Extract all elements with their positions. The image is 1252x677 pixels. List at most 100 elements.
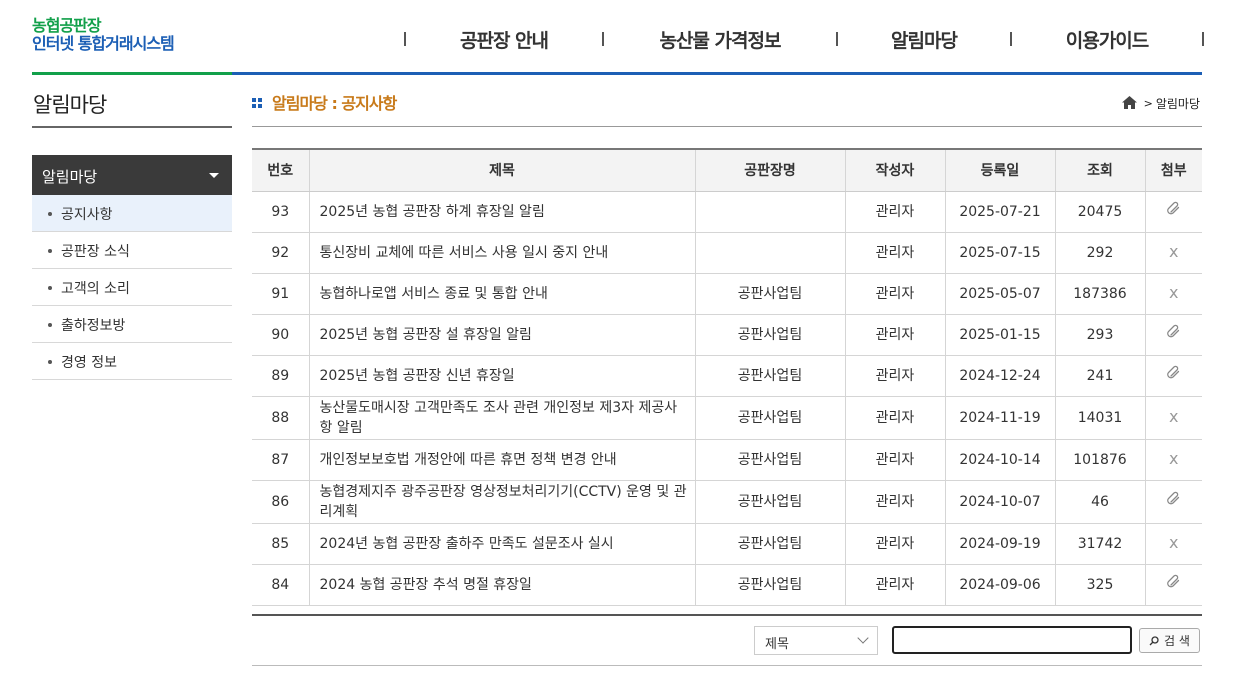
cell-views: 101876 xyxy=(1054,439,1145,481)
cell-writer: 관리자 xyxy=(844,191,945,233)
cell-no: 84 xyxy=(252,564,309,606)
cell-views: 187386 xyxy=(1054,273,1145,315)
table-row[interactable]: 88 농산물도매시장 고객만족도 조사 관련 개인정보 제3자 제공사항 알림 공판… xyxy=(252,396,1202,440)
cell-date: 2024-09-19 xyxy=(944,523,1055,565)
no-attachment-mark: x xyxy=(1169,449,1179,468)
search-area-top-divider xyxy=(252,614,1202,616)
search-icon xyxy=(1149,635,1159,645)
table-row[interactable]: 89 2025년 농협 공판장 신년 휴장일 공판사업팀 관리자 2024-12-24 2… xyxy=(252,355,1202,397)
nav-notice[interactable]: 알림마당 xyxy=(838,26,1010,53)
sidebar-title-divider xyxy=(32,126,232,128)
cell-views: 241 xyxy=(1054,355,1145,397)
cell-date: 2024-10-07 xyxy=(944,480,1055,524)
column-header: 등록일 xyxy=(944,148,1055,192)
logo-line1: 농협공판장 xyxy=(32,16,102,35)
sidebar-item-market-news[interactable]: 공판장 소식 xyxy=(32,232,232,269)
cell-date: 2025-07-21 xyxy=(944,191,1055,233)
paperclip-icon[interactable] xyxy=(1166,574,1182,596)
cell-views: 20475 xyxy=(1054,191,1145,233)
page-title-text: 알림마당 : 공지사항 xyxy=(272,94,397,113)
nav-guide[interactable]: 이용가이드 xyxy=(1012,26,1202,53)
sidebar-menu-toggle[interactable]: 알림마당 xyxy=(32,155,232,195)
sidebar-item-customer-voice[interactable]: 고객의 소리 xyxy=(32,269,232,306)
cell-no: 90 xyxy=(252,314,309,356)
cell-writer: 관리자 xyxy=(844,439,945,481)
sidebar-item-label: 공지사항 xyxy=(61,207,113,223)
paperclip-icon[interactable] xyxy=(1166,201,1182,223)
bullet-icon xyxy=(48,212,52,216)
cell-title-link[interactable]: 2024 농협 공판장 추석 명절 휴장일 xyxy=(308,564,695,606)
nav-price-info[interactable]: 농산물 가격정보 xyxy=(604,26,836,53)
sidebar-item-label: 공판장 소식 xyxy=(61,244,130,260)
search-type-value: 제목 xyxy=(765,637,789,652)
column-header: 첨부 xyxy=(1144,148,1202,192)
cell-attach[interactable] xyxy=(1144,191,1202,233)
cell-attach: x xyxy=(1144,273,1202,315)
cell-title-link[interactable]: 개인정보보호법 개정안에 따른 휴면 정책 변경 안내 xyxy=(308,439,695,481)
cell-market xyxy=(694,191,845,233)
cell-attach[interactable] xyxy=(1144,355,1202,397)
cell-market: 공판사업팀 xyxy=(694,355,845,397)
sidebar-item-shipping-info[interactable]: 출하정보방 xyxy=(32,306,232,343)
cell-title-link[interactable]: 농협경제지주 광주공판장 영상정보처리기기(CCTV) 운영 및 관리계획 xyxy=(308,480,695,524)
home-icon[interactable] xyxy=(1121,95,1137,112)
search-button[interactable]: 검 색 xyxy=(1139,628,1200,653)
table-row[interactable]: 93 2025년 농협 공판장 하계 휴장일 알림 관리자 2025-07-21 204… xyxy=(252,191,1202,233)
search-area-bottom-divider xyxy=(252,665,1202,666)
cell-writer: 관리자 xyxy=(844,480,945,524)
cell-no: 87 xyxy=(252,439,309,481)
cell-title-link[interactable]: 2025년 농협 공판장 신년 휴장일 xyxy=(308,355,695,397)
cell-title-link[interactable]: 농산물도매시장 고객만족도 조사 관련 개인정보 제3자 제공사항 알림 xyxy=(308,396,695,440)
nav-separator xyxy=(1202,32,1204,46)
table-row[interactable]: 92 통신장비 교체에 따른 서비스 사용 일시 중지 안내 관리자 2025-07-… xyxy=(252,232,1202,274)
cell-attach[interactable] xyxy=(1144,480,1202,524)
column-header: 작성자 xyxy=(844,148,945,192)
cell-date: 2025-01-15 xyxy=(944,314,1055,356)
table-row[interactable]: 85 2024년 농협 공판장 출하주 만족도 설문조사 실시 공판사업팀 관리자 20… xyxy=(252,523,1202,565)
cell-title-link[interactable]: 2025년 농협 공판장 하계 휴장일 알림 xyxy=(308,191,695,233)
breadcrumb: > 알림마당 xyxy=(1121,95,1200,112)
breadcrumb-current[interactable]: 알림마당 xyxy=(1156,95,1200,112)
cell-title-link[interactable]: 통신장비 교체에 따른 서비스 사용 일시 중지 안내 xyxy=(308,232,695,274)
cell-market: 공판사업팀 xyxy=(694,523,845,565)
table-row[interactable]: 90 2025년 농협 공판장 설 휴장일 알림 공판사업팀 관리자 2025-01-1… xyxy=(252,314,1202,356)
no-attachment-mark: x xyxy=(1169,283,1179,302)
sidebar-item-management-info[interactable]: 경영 정보 xyxy=(32,343,232,380)
cell-views: 292 xyxy=(1054,232,1145,274)
paperclip-icon[interactable] xyxy=(1166,491,1182,513)
table-row[interactable]: 86 농협경제지주 광주공판장 영상정보처리기기(CCTV) 운영 및 관리계획 공… xyxy=(252,480,1202,524)
paperclip-icon[interactable] xyxy=(1166,365,1182,387)
grid-bullet-icon xyxy=(252,98,262,108)
cell-attach[interactable] xyxy=(1144,564,1202,606)
table-row[interactable]: 91 농협하나로앱 서비스 종료 및 통합 안내 공판사업팀 관리자 2025-05-0… xyxy=(252,273,1202,315)
cell-title-link[interactable]: 2024년 농협 공판장 출하주 만족도 설문조사 실시 xyxy=(308,523,695,565)
column-header: 제목 xyxy=(308,148,695,192)
cell-no: 92 xyxy=(252,232,309,274)
column-header: 공판장명 xyxy=(694,148,845,192)
no-attachment-mark: x xyxy=(1169,407,1179,426)
site-logo[interactable]: 농협공판장 인터넷 통합거래시스템 xyxy=(32,16,175,53)
cell-writer: 관리자 xyxy=(844,355,945,397)
table-row[interactable]: 84 2024 농협 공판장 추석 명절 휴장일 공판사업팀 관리자 2024-09-0… xyxy=(252,564,1202,606)
cell-no: 93 xyxy=(252,191,309,233)
table-row[interactable]: 87 개인정보보호법 개정안에 따른 휴면 정책 변경 안내 공판사업팀 관리자 202… xyxy=(252,439,1202,481)
sidebar-item-label: 고객의 소리 xyxy=(61,281,130,297)
cell-no: 88 xyxy=(252,396,309,440)
content-divider xyxy=(252,126,1202,127)
sidebar-item-label: 출하정보방 xyxy=(61,318,126,334)
cell-writer: 관리자 xyxy=(844,314,945,356)
paperclip-icon[interactable] xyxy=(1166,324,1182,346)
cell-views: 31742 xyxy=(1054,523,1145,565)
cell-writer: 관리자 xyxy=(844,396,945,440)
sidebar-item-notice[interactable]: 공지사항 xyxy=(32,195,232,232)
cell-no: 86 xyxy=(252,480,309,524)
search-type-select[interactable]: 제목 xyxy=(754,626,878,655)
cell-date: 2025-07-15 xyxy=(944,232,1055,274)
cell-market: 공판사업팀 xyxy=(694,480,845,524)
cell-title-link[interactable]: 2025년 농협 공판장 설 휴장일 알림 xyxy=(308,314,695,356)
nav-market-info[interactable]: 공판장 안내 xyxy=(406,26,602,53)
cell-views: 14031 xyxy=(1054,396,1145,440)
search-input[interactable] xyxy=(892,626,1132,654)
cell-title-link[interactable]: 농협하나로앱 서비스 종료 및 통합 안내 xyxy=(308,273,695,315)
cell-attach[interactable] xyxy=(1144,314,1202,356)
